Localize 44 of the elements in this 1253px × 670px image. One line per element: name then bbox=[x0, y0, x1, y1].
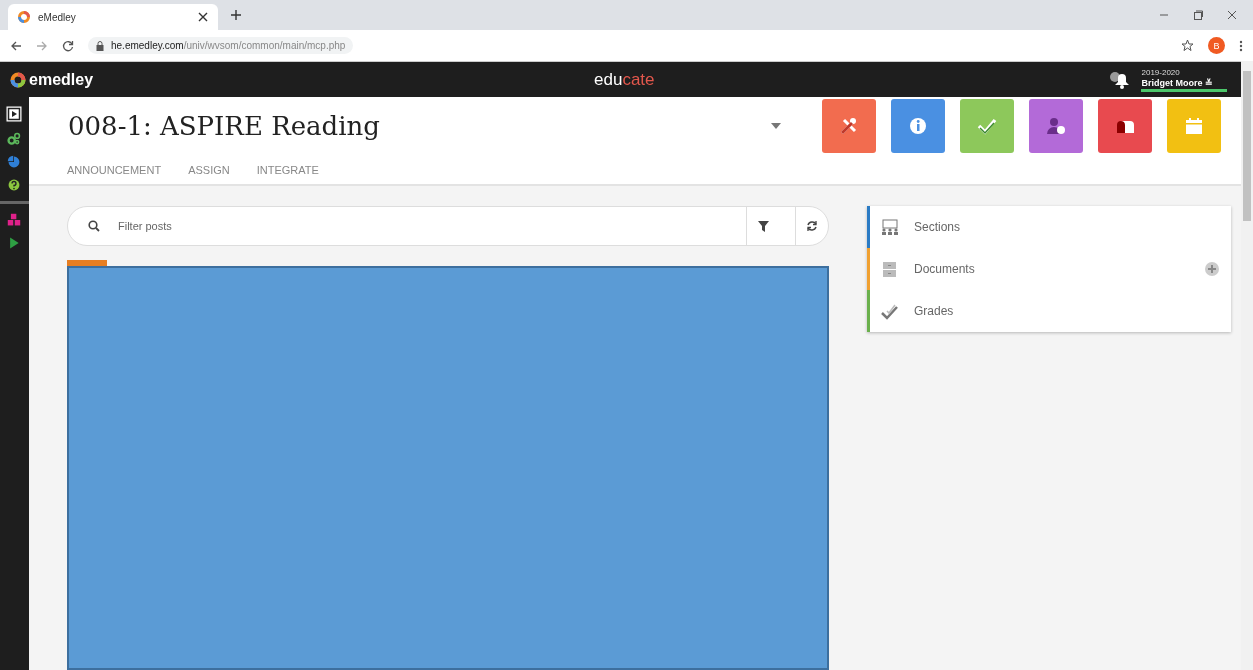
address-field[interactable]: he.emedley.com/univ/wvsom/common/main/mcp.php bbox=[88, 37, 354, 54]
tab-title: eMedley bbox=[38, 11, 77, 23]
checkmark-icon bbox=[880, 302, 900, 320]
user-menu[interactable]: 2019-2020 Bridget Moore ≚ bbox=[1141, 67, 1227, 92]
group-icon bbox=[880, 218, 900, 236]
add-icon[interactable] bbox=[1205, 262, 1219, 276]
refresh-icon bbox=[806, 220, 818, 232]
cubes-icon[interactable] bbox=[7, 213, 21, 227]
logo-icon bbox=[18, 11, 30, 23]
gears-icon[interactable] bbox=[7, 132, 21, 146]
browser-tab[interactable]: eMedley bbox=[8, 4, 218, 30]
search-field[interactable]: Filter posts bbox=[116, 219, 730, 233]
more-icon[interactable] bbox=[1239, 39, 1243, 52]
tool-button[interactable] bbox=[1029, 99, 1083, 154]
nav-tab[interactable]: INTEGRATE bbox=[256, 157, 319, 182]
caret-icon[interactable] bbox=[770, 122, 782, 131]
app-name: educate bbox=[594, 70, 655, 90]
nav-tab[interactable]: ANNOUNCEMENT bbox=[67, 157, 162, 182]
nav-tab[interactable]: ASSIGN bbox=[188, 157, 230, 182]
lock-icon bbox=[96, 40, 104, 51]
panel-item[interactable]: Documents bbox=[867, 248, 1231, 290]
close-icon[interactable] bbox=[1227, 10, 1237, 20]
scrollbar-thumb[interactable] bbox=[1243, 71, 1251, 221]
pie-icon[interactable] bbox=[7, 155, 21, 169]
search-bar[interactable]: Filter posts bbox=[67, 206, 829, 246]
logo-text: emedley bbox=[29, 70, 94, 89]
reload-icon[interactable] bbox=[62, 39, 74, 52]
bell-icon[interactable] bbox=[1109, 70, 1132, 89]
restore-icon[interactable] bbox=[1193, 10, 1203, 20]
profile-avatar[interactable]: B bbox=[1208, 37, 1225, 54]
back-icon[interactable] bbox=[10, 39, 22, 52]
filter-icon bbox=[757, 220, 769, 232]
panel-item[interactable]: Sections bbox=[867, 206, 1231, 248]
close-icon[interactable] bbox=[198, 12, 208, 22]
play-box-icon[interactable] bbox=[5, 105, 23, 123]
new-tab-icon[interactable] bbox=[230, 9, 242, 21]
star-icon[interactable] bbox=[1181, 39, 1194, 52]
help-icon[interactable] bbox=[7, 178, 21, 192]
search-icon bbox=[88, 220, 100, 232]
course-title: 008-1: ASPIRE Reading bbox=[68, 111, 380, 142]
play-icon[interactable] bbox=[7, 236, 21, 250]
logo-icon bbox=[10, 71, 26, 88]
tool-button[interactable] bbox=[1098, 99, 1152, 154]
panel-item[interactable]: Grades bbox=[867, 290, 1231, 332]
